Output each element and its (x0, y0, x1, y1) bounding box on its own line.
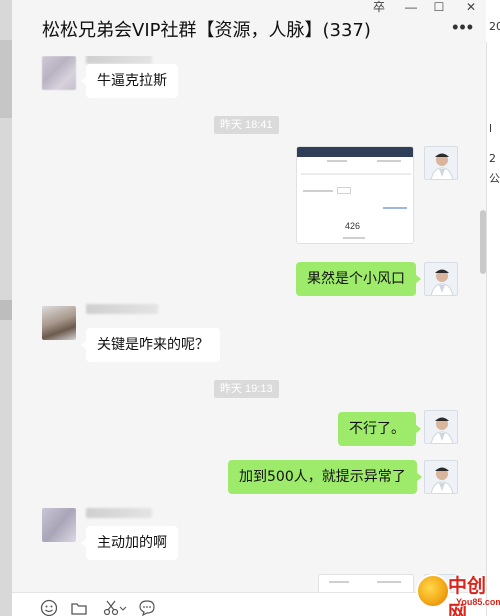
chat-history-icon[interactable] (138, 599, 156, 616)
message-bubble[interactable]: 果然是个小风口 (296, 262, 421, 296)
image-message[interactable]: 426 (296, 146, 414, 244)
emoji-icon[interactable] (40, 599, 58, 616)
message-bubble[interactable]: 主动加的啊 (81, 526, 178, 560)
folder-icon[interactable] (70, 599, 88, 616)
background-window-edge: 20 l 2 公 (486, 20, 500, 616)
watermark-icon (416, 574, 450, 608)
minimize-button[interactable]: — (398, 0, 424, 16)
sender-nickname (86, 304, 158, 314)
title-bar: 松松兄弟会VIP社群【资源，人脉】(337) 卒 — ☐ ✕ ••• (12, 0, 486, 56)
scissors-icon[interactable] (102, 599, 128, 616)
my-avatar[interactable] (424, 460, 458, 494)
chat-window: 松松兄弟会VIP社群【资源，人脉】(337) 卒 — ☐ ✕ ••• 牛逼克拉斯… (0, 0, 500, 616)
message-bubble[interactable]: 不行了。 (338, 412, 421, 446)
message-bubble[interactable]: 关键是咋来的呢？ (81, 328, 220, 362)
watermark-logo: 中创网 You85.com (412, 570, 500, 616)
sender-nickname (86, 56, 152, 64)
maximize-button[interactable]: ☐ (426, 0, 452, 16)
sender-nickname (86, 508, 152, 518)
chat-title: 松松兄弟会VIP社群【资源，人脉】(337) (42, 20, 371, 41)
image-count-value: 426 (345, 221, 361, 231)
background-text: 2 (489, 152, 496, 165)
message-list[interactable]: 牛逼克拉斯 昨天 18:41 426 果然是个小风口 关键是咋来的呢？ 昨天 1… (12, 56, 486, 592)
pin-button[interactable]: 卒 (366, 0, 392, 16)
my-avatar[interactable] (424, 146, 458, 180)
message-bubble[interactable]: 加到500人，就提示异常了 (228, 460, 422, 494)
background-text: 20 (489, 20, 500, 33)
sender-avatar[interactable] (42, 56, 76, 90)
more-options-icon[interactable]: ••• (452, 18, 474, 36)
sender-avatar[interactable] (42, 508, 76, 542)
background-text: 公 (489, 172, 500, 185)
timestamp: 昨天 19:13 (214, 380, 279, 398)
watermark-subtext: You85.com (456, 597, 500, 607)
background-text: l (489, 122, 493, 135)
timestamp: 昨天 18:41 (214, 116, 279, 134)
watermark-text: 中创网 (448, 575, 487, 616)
close-button[interactable]: ✕ (458, 0, 484, 16)
background-window-edge (0, 0, 12, 616)
sender-avatar[interactable] (42, 306, 76, 340)
image-message[interactable] (318, 574, 414, 592)
my-avatar[interactable] (424, 262, 458, 296)
my-avatar[interactable] (424, 410, 458, 444)
message-bubble[interactable]: 牛逼克拉斯 (81, 64, 178, 98)
